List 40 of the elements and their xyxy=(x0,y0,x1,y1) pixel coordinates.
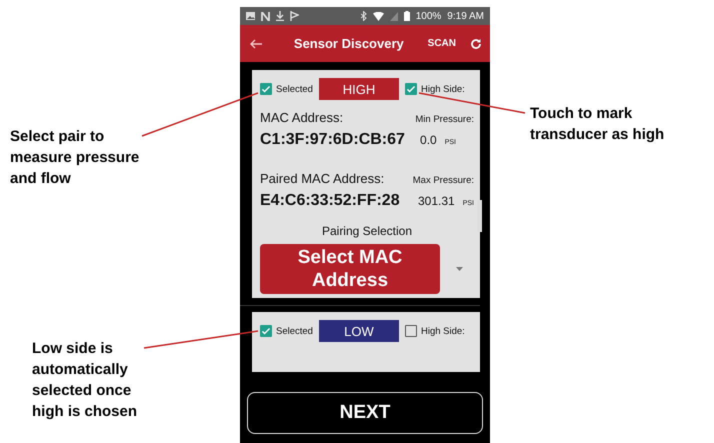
pressure-value: 0.0 xyxy=(420,133,437,147)
field-label: Min Pressure: xyxy=(415,114,474,125)
download-icon xyxy=(276,11,284,21)
back-arrow-icon[interactable] xyxy=(250,38,262,48)
no-signal-icon xyxy=(390,12,398,20)
field-label: MAC Address: xyxy=(260,110,344,125)
select-mac-button[interactable]: Select MAC Address xyxy=(260,244,440,294)
clock-time: 9:19 AM xyxy=(447,10,484,22)
checkbox-label: High Side: xyxy=(420,84,465,94)
flag-icon xyxy=(290,11,299,21)
checkbox-label: Selected xyxy=(276,326,313,336)
battery-icon xyxy=(404,11,410,21)
field-label: Paired MAC Address: xyxy=(260,171,384,186)
scrollbar[interactable] xyxy=(477,200,482,232)
side-indicator: HIGH xyxy=(318,78,399,100)
high-side-checkbox[interactable] xyxy=(404,83,417,95)
wifi-icon xyxy=(372,12,384,20)
high-side-checkbox[interactable] xyxy=(404,325,417,337)
image-icon xyxy=(246,12,255,20)
next-button[interactable]: NEXT xyxy=(247,392,483,434)
callout-text: Touch to mark transducer as high xyxy=(530,104,666,145)
battery-percent: 100% xyxy=(416,10,442,22)
n-logo-icon xyxy=(261,12,270,20)
side-indicator: LOW xyxy=(318,320,399,342)
mac-address: E4:C6:33:52:FF:28 xyxy=(260,192,400,210)
callout-text: Low side is automatically selected once high is chosen xyxy=(32,339,138,422)
field-label: Max Pressure: xyxy=(412,175,474,186)
callout-text: Select pair to measure pressure and flow xyxy=(10,127,140,189)
section-label: Pairing Selection xyxy=(320,224,414,238)
checkbox-label: High Side: xyxy=(420,326,465,336)
bluetooth-icon xyxy=(360,11,367,21)
checkbox-label: Selected xyxy=(276,84,313,94)
scan-button[interactable]: SCAN xyxy=(428,38,456,49)
selected-checkbox[interactable] xyxy=(260,83,272,95)
refresh-icon[interactable] xyxy=(470,38,482,50)
mac-address: C1:3F:97:6D:CB:67 xyxy=(260,131,405,149)
screen-title: Sensor Discovery xyxy=(292,36,405,51)
pressure-value: 301.31 xyxy=(418,194,455,208)
selected-checkbox[interactable] xyxy=(260,325,272,337)
dropdown-caret-icon[interactable] xyxy=(456,267,463,271)
